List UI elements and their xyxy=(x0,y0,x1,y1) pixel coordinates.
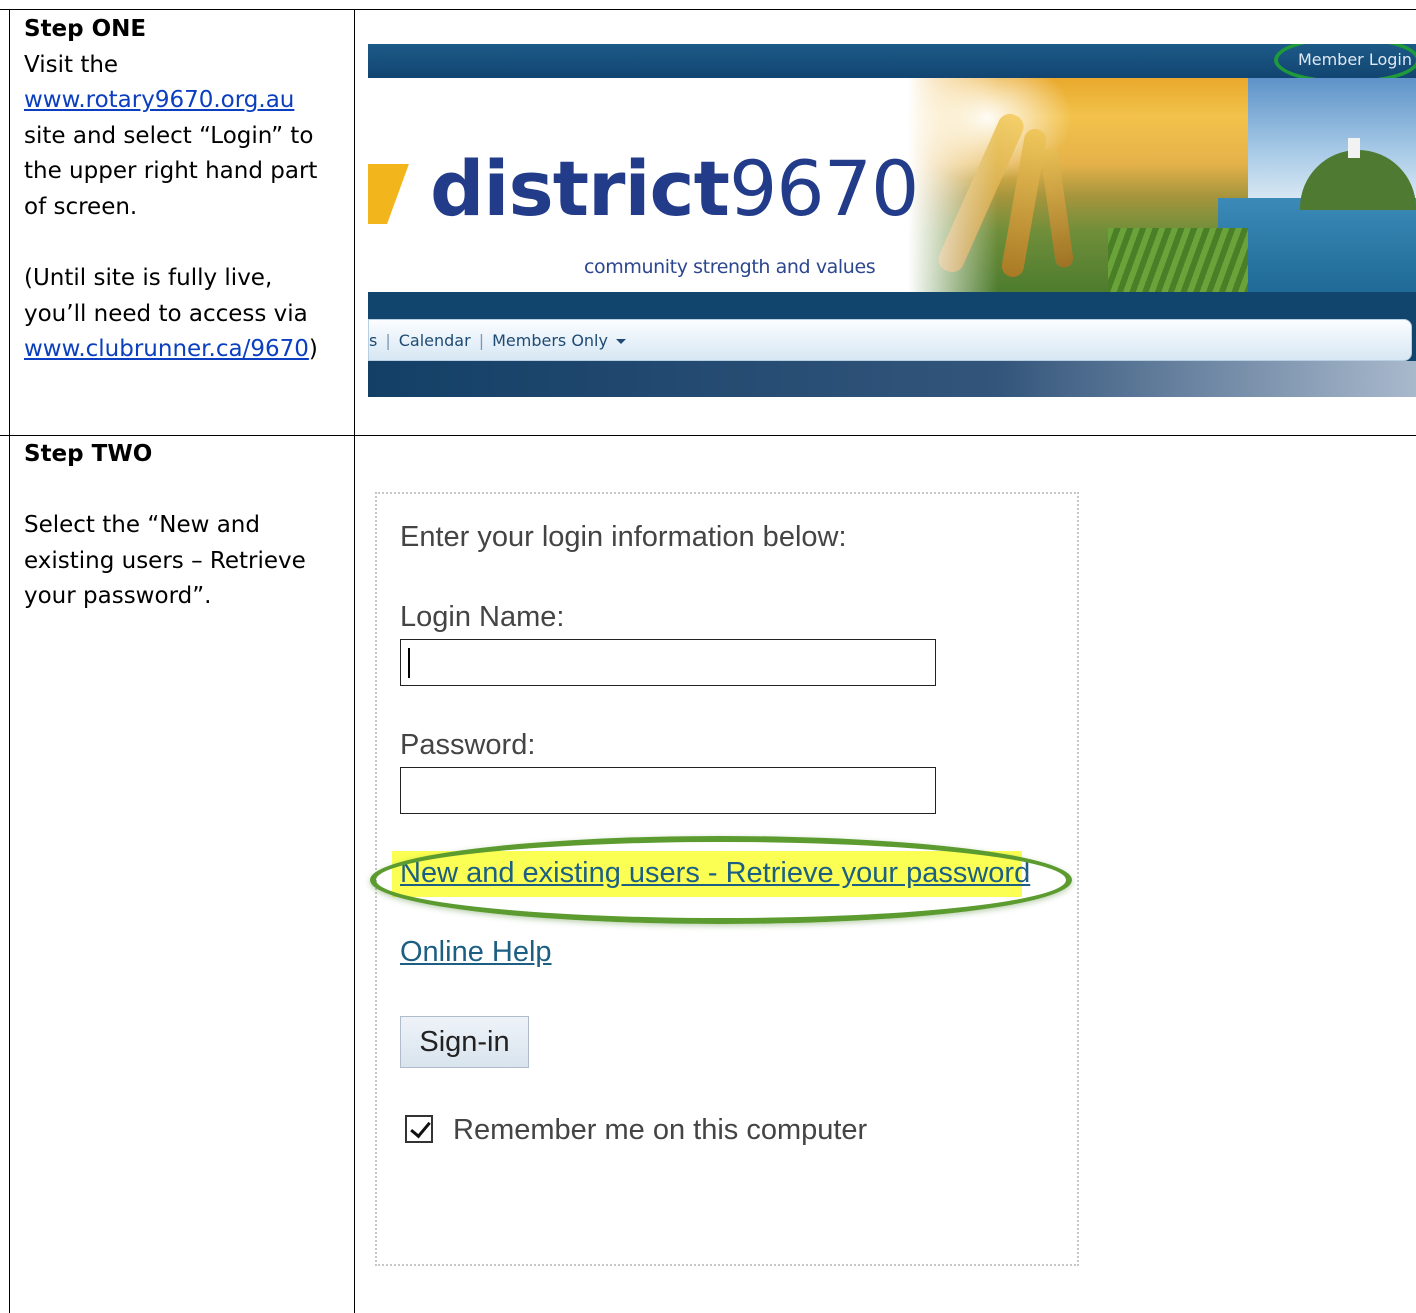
clubrunner-link[interactable]: www.clubrunner.ca/9670 xyxy=(24,336,309,362)
remember-me-checkbox[interactable] xyxy=(405,1115,433,1143)
logo-shape xyxy=(368,164,409,224)
login-name-label: Login Name: xyxy=(400,601,565,633)
site-nav-bar: s | Calendar | Members Only xyxy=(368,319,1412,361)
remember-me-label: Remember me on this computer xyxy=(453,1114,868,1146)
step-one-line: Visit the xyxy=(24,51,119,78)
chevron-down-icon xyxy=(615,339,626,344)
instruction-table: Step ONE Visit the www.rotary9670.org.au… xyxy=(0,0,1416,1313)
password-input[interactable] xyxy=(400,767,936,814)
site-banner: district9670 community strength and valu… xyxy=(368,78,1416,292)
district-logo: district9670 xyxy=(430,144,919,233)
nav-item-calendar[interactable]: Calendar xyxy=(399,331,471,350)
banner-fade xyxy=(908,78,998,292)
table-border-top xyxy=(0,9,1416,10)
login-name-input[interactable] xyxy=(400,639,936,686)
nav-item-cut[interactable]: s xyxy=(369,331,377,350)
step-two-line: existing users – Retrieve xyxy=(24,547,306,574)
step-two-heading: Step TWO xyxy=(24,441,153,467)
logo-tagline: community strength and values xyxy=(584,256,876,278)
step-one-line: site and select “Login” to xyxy=(24,122,314,149)
closing-paren: ) xyxy=(308,336,318,363)
sign-in-button[interactable]: Sign-in xyxy=(400,1016,529,1068)
site-bottom-band xyxy=(368,361,1416,397)
login-prompt: Enter your login information below: xyxy=(400,521,847,553)
step-one-line: you’ll need to access via xyxy=(24,300,308,327)
table-column-divider xyxy=(354,9,355,1313)
district-site-screenshot: Member Login district9670 community stre… xyxy=(368,44,1416,397)
table-row-divider xyxy=(0,435,1416,436)
text-cursor xyxy=(408,648,410,678)
step-one-line: (Until site is fully live, xyxy=(24,265,273,292)
site-top-bar xyxy=(368,44,1416,78)
banner-vineyard xyxy=(1108,228,1248,292)
password-label: Password: xyxy=(400,729,536,761)
banner-lighthouse xyxy=(1348,138,1360,158)
table-border-left xyxy=(9,9,10,1313)
step-two-instructions: Step TWO Select the “New and existing us… xyxy=(24,437,344,615)
highlight-ring xyxy=(370,836,1072,924)
step-one-line: of screen. xyxy=(24,193,138,220)
step-two-line: your password”. xyxy=(24,583,212,610)
step-one-instructions: Step ONE Visit the www.rotary9670.org.au… xyxy=(24,12,344,368)
nav-item-members-only[interactable]: Members Only xyxy=(492,331,608,350)
step-one-heading: Step ONE xyxy=(24,16,147,42)
step-one-line: the upper right hand part xyxy=(24,158,318,185)
online-help-link[interactable]: Online Help xyxy=(400,936,552,969)
step-two-line: Select the “New and xyxy=(24,512,260,539)
rotary-site-link[interactable]: www.rotary9670.org.au xyxy=(24,87,294,113)
